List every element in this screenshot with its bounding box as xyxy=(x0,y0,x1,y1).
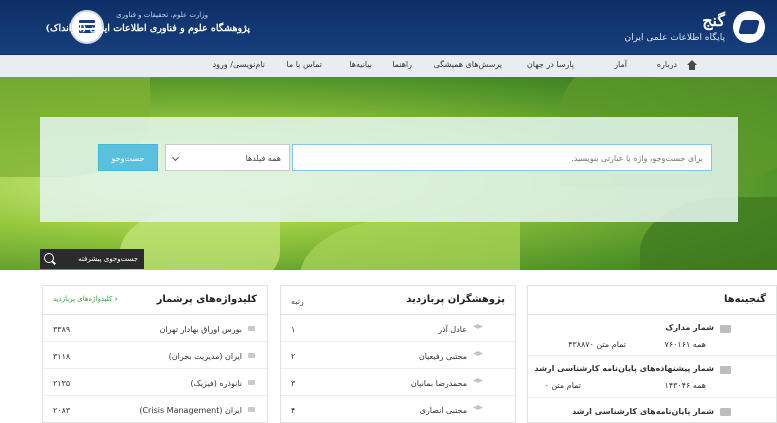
tag-icon xyxy=(248,407,255,412)
search-input[interactable]: برای جست‌وجو، واژه یا عبارتی بنویسید. xyxy=(292,144,712,171)
nav-item-stats[interactable]: آمار xyxy=(614,60,627,69)
researcher-name: مجتبی رفیعیان xyxy=(418,352,467,361)
researcher-row[interactable]: محمدرضا بمانیان ۳ xyxy=(281,369,515,396)
chevron-down-icon xyxy=(171,153,180,162)
nav-item-statements[interactable]: بیانیه‌ها xyxy=(349,60,372,69)
researcher-row[interactable]: عادل آذر ۱ xyxy=(281,315,515,342)
researcher-rank: ۴ xyxy=(291,406,296,415)
search-panel: برای جست‌وجو، واژه یا عبارتی بنویسید. هم… xyxy=(40,117,738,222)
researcher-name: مجتبی انصاری xyxy=(419,406,467,415)
treasure-fulltext: تمام متن ۰ xyxy=(544,381,581,390)
keyword-count: ۲۱۳۵ xyxy=(53,379,71,388)
keyword-row[interactable]: بورس اوراق بهادار تهران ۳۳۸۹ xyxy=(43,315,267,342)
nav-item-contact[interactable]: تماس با ما xyxy=(286,60,322,69)
search-button[interactable]: جست‌وجو xyxy=(98,144,158,171)
graduation-cap-icon xyxy=(473,324,483,329)
treasure-label: شمار مدارک xyxy=(665,323,714,332)
keyword-term: ایران (مدیریت بحران) xyxy=(168,352,242,361)
org-name: پژوهشگاه علوم و فناوری اطلاعات ایران (ای… xyxy=(45,23,250,34)
researcher-row[interactable]: مجتبی انصاری ۴ xyxy=(281,396,515,422)
treasures-panel: گنجینه‌ها شمار مدارک همه ۷۶۰۱۶۱ تمام متن… xyxy=(527,285,777,423)
brand-subtitle: پایگاه اطلاعات علمی ایران xyxy=(624,33,725,43)
keyword-row[interactable]: نانوذره (فیزیک) ۲۱۳۵ xyxy=(43,369,267,396)
keyword-term: ایران (Crisis Management) xyxy=(139,406,242,415)
popular-keywords-link[interactable]: کلیدواژه‌های پربازدید xyxy=(53,295,118,303)
treasure-total: همه ۱۴۳۰۴۶ xyxy=(664,381,706,390)
treasure-label: شمار پایان‌نامه‌های کارشناسی ارشد xyxy=(572,407,714,416)
ganj-brand[interactable]: گنج پایگاه اطلاعات علمی ایران xyxy=(535,7,765,47)
researcher-rank: ۳ xyxy=(291,379,296,388)
keyword-term: نانوذره (فیزیک) xyxy=(190,379,242,388)
researcher-name: عادل آذر xyxy=(438,325,467,334)
keyword-count: ۳۳۸۹ xyxy=(53,325,71,334)
nav-item-parsa[interactable]: پارسا در جهان xyxy=(527,60,574,69)
rank-header: رتبه xyxy=(291,297,304,306)
treasure-fulltext: تمام متن ۴۳۸۸۷۰ xyxy=(568,340,626,349)
tag-icon xyxy=(248,380,255,385)
researcher-row[interactable]: مجتبی رفیعیان ۲ xyxy=(281,342,515,369)
graduation-cap-icon xyxy=(473,351,483,356)
advanced-search-button[interactable]: جست‌وجوی پیشرفته xyxy=(40,249,144,269)
treasures-title: گنجینه‌ها xyxy=(723,294,766,305)
field-select[interactable]: همه فیلدها xyxy=(165,144,290,171)
keyword-count: ۳۱۱۸ xyxy=(53,352,71,361)
main-nav: درباره آمار پارسا در جهان پرسش‌های همیشگ… xyxy=(0,54,777,77)
keyword-count: ۲۰۸۳ xyxy=(53,406,71,415)
tag-icon xyxy=(248,326,255,331)
advanced-search-label: جست‌وجوی پیشرفته xyxy=(78,255,138,263)
keyword-row[interactable]: ایران (Crisis Management) ۲۰۸۳ xyxy=(43,396,267,422)
graduation-cap-icon xyxy=(473,378,483,383)
ganj-logo-icon xyxy=(733,11,765,43)
researcher-rank: ۱ xyxy=(291,325,296,334)
keywords-panel: کلیدواژه‌های پرشمار کلیدواژه‌های پربازدی… xyxy=(42,285,268,423)
ministry-name: وزارت علوم، تحقیقات و فناوری xyxy=(116,11,208,19)
nav-item-faq[interactable]: پرسش‌های همیشگی xyxy=(434,60,502,69)
keyword-row[interactable]: ایران (مدیریت بحران) ۳۱۱۸ xyxy=(43,342,267,369)
treasure-total: همه ۷۶۰۱۶۱ xyxy=(664,340,706,349)
researchers-title: پژوهشگران پربازدید xyxy=(406,294,505,305)
researchers-panel: پژوهشگران پربازدید رتبه عادل آذر ۱ مجتبی… xyxy=(280,285,516,423)
treasure-item[interactable]: شمار مدارک همه ۷۶۰۱۶۱ تمام متن ۴۳۸۸۷۰ xyxy=(528,316,776,356)
hero-banner: برای جست‌وجو، واژه یا عبارتی بنویسید. هم… xyxy=(0,77,777,270)
treasure-item[interactable]: شمار پیشنهاده‌های پایان‌نامه کارشناسی ار… xyxy=(528,356,776,398)
keyword-term: بورس اوراق بهادار تهران xyxy=(159,325,242,334)
nav-item-login[interactable]: نام‌نویسی/ ورود xyxy=(213,60,265,69)
treasure-label: شمار پیشنهاده‌های پایان‌نامه کارشناسی ار… xyxy=(534,364,714,373)
document-icon xyxy=(720,325,731,333)
researcher-rank: ۲ xyxy=(291,352,296,361)
treasure-item[interactable]: شمار پایان‌نامه‌های کارشناسی ارشد xyxy=(528,398,776,422)
nav-item-about[interactable]: درباره xyxy=(657,60,677,69)
site-header: گنج پایگاه اطلاعات علمی ایران وزارت علوم… xyxy=(0,0,777,54)
search-icon xyxy=(44,253,54,263)
field-select-value: همه فیلدها xyxy=(245,154,281,163)
researcher-name: محمدرضا بمانیان xyxy=(410,379,467,388)
graduation-cap-icon xyxy=(473,405,483,410)
document-icon xyxy=(720,366,731,374)
leaf-decoration xyxy=(300,217,520,270)
document-icon xyxy=(720,408,731,416)
irandoc-brand[interactable]: وزارت علوم، تحقیقات و فناوری پژوهشگاه عل… xyxy=(46,10,280,46)
tag-icon xyxy=(248,353,255,358)
nav-item-guide[interactable]: راهنما xyxy=(392,60,412,69)
brand-name: گنج xyxy=(702,11,725,30)
keywords-title: کلیدواژه‌های پرشمار xyxy=(156,294,257,305)
divider xyxy=(528,314,776,315)
home-icon[interactable] xyxy=(686,60,698,71)
